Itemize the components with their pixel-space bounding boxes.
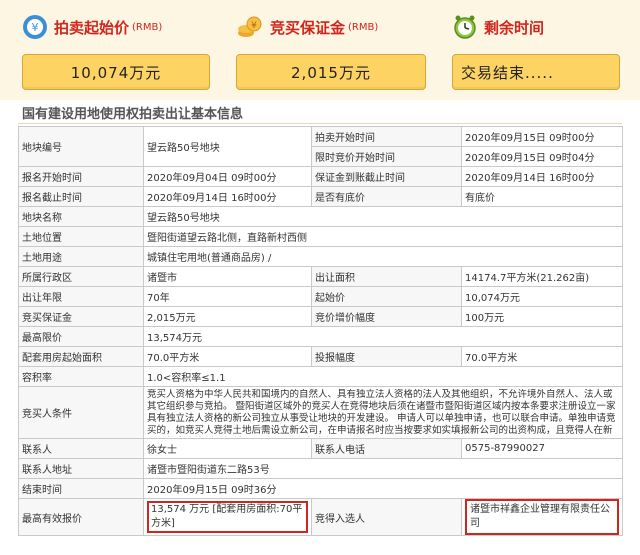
table-row: 结束时间 2020年09月15日 09时36分 xyxy=(18,478,623,499)
cell-key: 出让年限 xyxy=(18,286,144,307)
start-price-card: ¥ 拍卖起始价 (RMB) 10,074万元 xyxy=(22,10,222,90)
cell-key: 最高限价 xyxy=(18,326,144,347)
cell-key: 报名开始时间 xyxy=(18,166,144,187)
table-row: 报名开始时间 2020年09月04日 09时00分 保证金到账截止时间 2020… xyxy=(18,166,623,187)
highest-bid-value: 13,574 万元 [配套用房面积:70平方米] xyxy=(147,501,308,533)
cell-key: 联系人地址 xyxy=(18,458,144,479)
deposit-value: 2,015万元 xyxy=(236,54,426,90)
alarm-clock-icon xyxy=(452,14,478,40)
cell-key: 竞买保证金 xyxy=(18,306,144,327)
winning-bidder-value: 诸暨市祥鑫企业管理有限责任公司 xyxy=(465,499,619,535)
table-row: 土地用途 城镇住宅用地(普通商品房) / xyxy=(18,246,623,267)
cell-value: 2020年09月14日 16时00分 xyxy=(461,166,623,187)
cell-key: 土地位置 xyxy=(18,226,144,247)
remaining-time-card: 剩余时间 交易结束..... xyxy=(452,10,640,90)
cell-key: 保证金到账截止时间 xyxy=(311,166,462,187)
land-info-table: 地块编号 望云路50号地块 拍卖开始时间 2020年09月15日 09时00分 … xyxy=(18,126,623,536)
svg-text:¥: ¥ xyxy=(32,21,39,34)
cell-key: 竞得入选人 xyxy=(311,498,462,536)
deposit-label: 竞买保证金 xyxy=(270,18,346,37)
cell-key: 土地用途 xyxy=(18,246,144,267)
bidder-conditions-text[interactable]: 竞买人资格为中华人民共和国境内的自然人、具有独立法人资格的法人及其他组织，不允许… xyxy=(143,386,623,439)
cell-value: 望云路50号地块 xyxy=(143,126,312,167)
cell-key: 是否有底价 xyxy=(311,186,462,207)
cell-value: 2020年09月14日 16时00分 xyxy=(143,186,312,207)
cell-value: 13,574 万元 [配套用房面积:70平方米] xyxy=(143,498,312,536)
table-row: 联系人 徐女士 联系人电话 0575-87990027 xyxy=(18,438,623,459)
table-row: 容积率 1.0<容积率≤1.1 xyxy=(18,366,623,387)
price-tag-icon: ¥ xyxy=(22,14,48,40)
cell-value: 70年 xyxy=(143,286,312,307)
start-price-label: 拍卖起始价 xyxy=(54,18,130,37)
cell-key: 竞买人条件 xyxy=(18,386,144,439)
cell-value: 2020年09月04日 09时00分 xyxy=(143,166,312,187)
deposit-unit: (RMB) xyxy=(348,21,379,33)
cell-value: 城镇住宅用地(普通商品房) / xyxy=(143,246,623,267)
cell-value: 诸暨市祥鑫企业管理有限责任公司 xyxy=(461,498,623,536)
table-row: 竞买保证金 2,015万元 竞价增价幅度 100万元 xyxy=(18,306,623,327)
cell-value: 2020年09月15日 09时04分 xyxy=(461,146,623,167)
cell-key: 最高有效报价 xyxy=(18,498,144,536)
cell-key: 联系人 xyxy=(18,438,144,459)
cell-value: 暨阳街道望云路北侧，直路新村西侧 xyxy=(143,226,623,247)
cell-key: 地块名称 xyxy=(18,206,144,227)
table-row: 联系人地址 诸暨市暨阳街道东二路53号 xyxy=(18,458,623,479)
cell-value: 70.0平方米 xyxy=(143,346,312,367)
cell-key: 报名截止时间 xyxy=(18,186,144,207)
cell-value: 诸暨市暨阳街道东二路53号 xyxy=(143,458,623,479)
cell-value: 10,074万元 xyxy=(461,286,623,307)
start-price-value: 10,074万元 xyxy=(22,54,210,90)
table-row: 最高限价 13,574万元 xyxy=(18,326,623,347)
bidder-conditions-scroll[interactable]: 竞买人资格为中华人民共和国境内的自然人、具有独立法人资格的法人及其他组织，不允许… xyxy=(147,389,619,437)
remaining-time-value: 交易结束..... xyxy=(452,54,620,90)
cell-key: 容积率 xyxy=(18,366,144,387)
cell-value: 2020年09月15日 09时36分 xyxy=(143,478,623,499)
cell-value: 1.0<容积率≤1.1 xyxy=(143,366,623,387)
coin-stack-icon: ¥ xyxy=(236,14,264,40)
remaining-time-label: 剩余时间 xyxy=(484,18,545,37)
divider xyxy=(18,123,622,124)
cell-value: 100万元 xyxy=(461,306,623,327)
cell-value: 70.0平方米 xyxy=(461,346,623,367)
cell-value: 徐女士 xyxy=(143,438,312,459)
start-price-unit: (RMB) xyxy=(132,21,163,33)
cell-key: 竞价增价幅度 xyxy=(311,306,462,327)
table-row: 竞买人条件 竞买人资格为中华人民共和国境内的自然人、具有独立法人资格的法人及其他… xyxy=(18,386,623,439)
table-row: 出让年限 70年 起始价 10,074万元 xyxy=(18,286,623,307)
cell-key: 投报幅度 xyxy=(311,346,462,367)
cell-key: 配套用房起始面积 xyxy=(18,346,144,367)
table-row: 配套用房起始面积 70.0平方米 投报幅度 70.0平方米 xyxy=(18,346,623,367)
cell-value: 14174.7平方米(21.262亩) xyxy=(461,266,623,287)
table-row: 地块名称 望云路50号地块 xyxy=(18,206,623,227)
cell-value: 0575-87990027 xyxy=(461,438,623,459)
table-row: 土地位置 暨阳街道望云路北侧，直路新村西侧 xyxy=(18,226,623,247)
cell-key: 出让面积 xyxy=(311,266,462,287)
section-title: 国有建设用地使用权拍卖出让基本信息 xyxy=(22,107,244,122)
summary-panel: ¥ 拍卖起始价 (RMB) 10,074万元 ¥ 竞买保证金 (RMB) 2,0… xyxy=(0,0,640,100)
deposit-card: ¥ 竞买保证金 (RMB) 2,015万元 xyxy=(236,10,436,90)
cell-key: 所属行政区 xyxy=(18,266,144,287)
cell-value: 13,574万元 xyxy=(143,326,623,347)
cell-value: 有底价 xyxy=(461,186,623,207)
table-row: 报名截止时间 2020年09月14日 16时00分 是否有底价 有底价 xyxy=(18,186,623,207)
cell-value: 望云路50号地块 xyxy=(143,206,623,227)
table-row: 最高有效报价 13,574 万元 [配套用房面积:70平方米] 竞得入选人 诸暨… xyxy=(18,498,623,536)
svg-text:¥: ¥ xyxy=(251,21,257,31)
cell-key: 起始价 xyxy=(311,286,462,307)
cell-key: 地块编号 xyxy=(18,126,144,167)
cell-key: 联系人电话 xyxy=(311,438,462,459)
cell-value: 2,015万元 xyxy=(143,306,312,327)
cell-key: 结束时间 xyxy=(18,478,144,499)
cell-key: 限时竞价开始时间 xyxy=(311,146,462,167)
table-row: 地块编号 望云路50号地块 拍卖开始时间 2020年09月15日 09时00分 xyxy=(18,126,623,167)
cell-value: 2020年09月15日 09时00分 xyxy=(461,126,623,147)
table-row: 所属行政区 诸暨市 出让面积 14174.7平方米(21.262亩) xyxy=(18,266,623,287)
cell-key: 拍卖开始时间 xyxy=(311,126,462,147)
cell-value: 诸暨市 xyxy=(143,266,312,287)
